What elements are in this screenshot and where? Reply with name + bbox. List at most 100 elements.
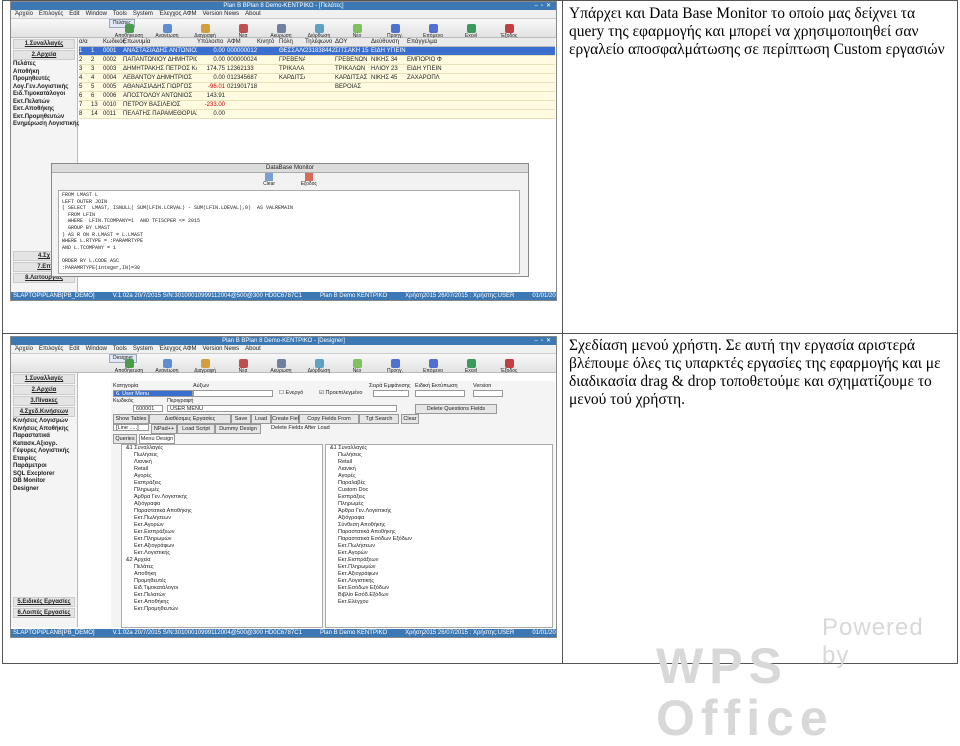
version-input[interactable] (473, 390, 503, 397)
tree-item[interactable]: Πληρωμές (122, 487, 322, 494)
tree-item[interactable]: Αξιόγραφα (122, 501, 322, 508)
user-menu-tree[interactable]: &1 Συναλλαγές Πωλήσεις Retail Λιανική Αγορές… (325, 444, 553, 628)
print-select[interactable] (415, 390, 465, 397)
sidebar-item[interactable]: Εκτ.Προμηθευτών (11, 114, 77, 122)
desc-input[interactable]: USER MENU (167, 405, 397, 412)
toolbar-button[interactable]: Έξοδος (491, 359, 527, 374)
toolbar-button[interactable]: Νέο (339, 359, 375, 374)
tree-item[interactable]: Retail (326, 459, 552, 466)
column-header[interactable]: Επάγγελμα (407, 38, 447, 46)
toolbar-button[interactable]: Αποθήκευση (111, 359, 147, 374)
tree-item[interactable]: Παραστατικά Αποθήκης (326, 529, 552, 536)
toolbar-button[interactable]: Ακύρωση (263, 359, 299, 374)
column-header[interactable]: Κινητό (257, 38, 279, 46)
tree-item[interactable]: Εκτ.Αγορών (122, 522, 322, 529)
tree-item[interactable]: Εκτ.Αξιογράφων (326, 571, 552, 578)
sidebar-item[interactable]: Κινήσεις Αποθήκης (11, 426, 77, 434)
tree-item[interactable]: Σύνθεση Αποθήκης (326, 522, 552, 529)
menu-item[interactable]: Επιλογές (39, 11, 63, 17)
sidebar-section[interactable]: 3.Πίνακες (13, 396, 75, 406)
tree-item[interactable]: Αξιόγραφα (326, 515, 552, 522)
tree-item[interactable]: Λιανική (122, 459, 322, 466)
menu-item[interactable]: About (245, 11, 261, 17)
toolbar-button[interactable]: Excel (453, 24, 489, 39)
sidebar-section[interactable]: 2.Αρχεία (13, 50, 75, 60)
tree-item[interactable]: Εκτ.Προμηθευτών (122, 606, 322, 613)
menu-item[interactable]: Window (86, 346, 107, 352)
column-header[interactable]: Επωνυμία (123, 38, 197, 46)
sidebar-section[interactable]: 5.Ειδικές Εργασίες (13, 597, 75, 607)
tree-item[interactable]: Εισπράξεις (122, 480, 322, 487)
form-button[interactable]: Show Tables (113, 414, 149, 424)
sidebar-item[interactable]: Παραστατικά (11, 433, 77, 441)
column-header[interactable]: α/α (79, 38, 103, 46)
sidebar-section[interactable]: 6.Λοιπές Εργασίες (13, 608, 75, 618)
sidebar-section[interactable]: 2.Αρχεία (13, 385, 75, 395)
table-row[interactable]: 5 5 0005 ΑΘΑΝΑΣΙΑΔΗΣ ΓΙΩΡΓΟΣ -96.01 021901718… (79, 83, 555, 92)
tree-item[interactable]: &1 Συναλλαγές (326, 445, 552, 452)
menu-item[interactable]: Tools (113, 11, 127, 17)
menu-item[interactable]: Window (86, 11, 107, 17)
form-tab[interactable]: Queries (113, 434, 137, 444)
tree-item[interactable]: Εκτ.Πελατών (122, 592, 322, 599)
form-option[interactable]: NPad++ (151, 424, 177, 434)
column-header[interactable]: Πόλη (279, 38, 305, 46)
tree-item[interactable]: Εκτ.Πληρωμών (122, 536, 322, 543)
menu-item[interactable]: Έλεγχος ΑΦΜ (159, 346, 197, 352)
sidebar-item[interactable]: SQL Excplorer (11, 471, 77, 479)
tree-item[interactable]: &2 Αρχεία (122, 557, 322, 564)
tree-item[interactable]: Άρθρα Γεν.Λογιστικής (122, 494, 322, 501)
form-option[interactable]: [Line .....] (113, 424, 149, 431)
table-row[interactable]: 6 6 0006 ΑΠΟΣΤΟΛΟΥ ΑΝΤΩΝΙΟΣ 143.91 (79, 92, 555, 101)
form-option[interactable]: Delete Fields After Load (271, 424, 351, 432)
tree-item[interactable]: Αποθήκη (122, 571, 322, 578)
tree-item[interactable]: Αγορές (122, 473, 322, 480)
table-row[interactable]: 2 2 0002 ΠΑΠΑΝΤΩΝΙΟΥ ΔΗΜΗΤΡΙΟΣ 0.00 000000024… (79, 56, 555, 65)
form-button[interactable]: Create Fields (271, 414, 305, 424)
column-header[interactable]: Τηλέφωνο (305, 38, 335, 46)
sidebar-item[interactable]: Αποθήκη (11, 69, 77, 77)
column-header[interactable]: Υπόλοιπο (197, 38, 227, 46)
toolbar-button[interactable]: Διόρθωση (301, 24, 337, 39)
menu-item[interactable]: About (245, 346, 261, 352)
tree-item[interactable]: Εκτ.Αξιογράφων (122, 543, 322, 550)
sidebar-item[interactable]: Λογ.Γεν.Λογιστικής (11, 84, 77, 92)
menu-item[interactable]: Edit (69, 11, 79, 17)
toolbar-button[interactable]: Προηγ. (377, 359, 413, 374)
column-header[interactable]: Κωδικός (103, 38, 125, 46)
toolbar-button[interactable]: Νέα (225, 359, 261, 374)
category-select[interactable]: 6. User Menu (113, 390, 193, 397)
column-header[interactable]: ΔΟΥ (335, 38, 371, 46)
menu-item[interactable]: Edit (69, 346, 79, 352)
tree-item[interactable]: Παραστατικά Εσόδων Εξόδων (326, 536, 552, 543)
menu-item[interactable]: System (133, 11, 153, 17)
table-row[interactable]: 8 14 0011 ΠΕΛΑΤΗΣ ΠΑΡΑΜΕΘΟΡΙΑΣ ΠΕΡΙΟΧΗΣ 0.00 (79, 110, 555, 119)
sidebar-item[interactable]: Ειδ.Τιμοκατάλογοι (11, 91, 77, 99)
form-button[interactable]: Clear (401, 414, 419, 424)
sidebar-item[interactable]: Γέφυρες Λογιστικής (11, 448, 77, 456)
toolbar-button[interactable]: Επόμενο (415, 359, 451, 374)
table-row[interactable]: 4 4 0004 ΛΕΒΑΝΤΟΥ ΔΗΜΗΤΡΙΟΣ 0.00 012345687 ΚΑΡ… (79, 74, 555, 83)
sidebar-item[interactable]: Εκτ.Αποθήκης (11, 106, 77, 114)
sidebar-item[interactable]: Παράμετροι (11, 463, 77, 471)
form-option[interactable]: Dummy Design (215, 424, 261, 434)
tree-item[interactable]: Εκτ.Εσόδων Εξόδων (326, 585, 552, 592)
sidebar-item[interactable]: Εταιρίες (11, 456, 77, 464)
tree-item[interactable]: Άρθρα Γεν.Λογιστικής (326, 508, 552, 515)
toolbar-button[interactable]: Έξοδος (491, 24, 527, 39)
menu-item[interactable]: Ὰρχείο (15, 11, 33, 17)
sidebar-item[interactable]: Κινήσεις Λογισμών (11, 418, 77, 426)
tree-item[interactable]: Εκτ.Λογιστικής (326, 578, 552, 585)
delete-questions-fields-button[interactable]: Delete Questions Fields (415, 404, 497, 414)
exit-button[interactable]: Εξοδος (295, 173, 323, 187)
menu-item[interactable]: Tools (113, 346, 127, 352)
tree-item[interactable]: Εκτ.Εισπράξεων (326, 557, 552, 564)
column-header[interactable]: ΑΦΜ (227, 38, 257, 46)
tree-item[interactable]: Εκτ.Πληρωμών (326, 564, 552, 571)
form-button[interactable]: Tgt Search (359, 414, 399, 424)
tree-item[interactable]: &1 Συναλλαγές (122, 445, 322, 452)
available-tasks-tree[interactable]: &1 Συναλλαγές Πωλήσεις Λιανική Retail Αγορές… (121, 444, 323, 628)
window-controls[interactable]: –▫✕ (535, 337, 555, 345)
menu-item[interactable]: Version News (202, 11, 239, 17)
form-button[interactable]: Load (251, 414, 271, 424)
